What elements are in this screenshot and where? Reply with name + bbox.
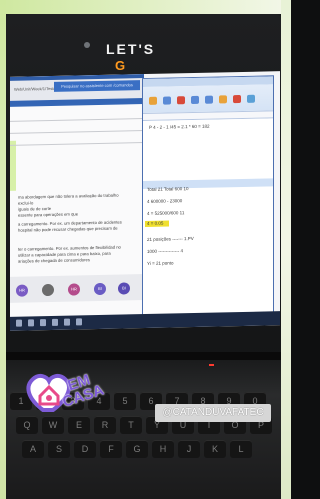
paragraph-line: utilizar a capacidade para cima e para b… [18,250,111,258]
participant-avatar[interactable]: HR [16,284,28,297]
style-icon[interactable] [219,95,227,104]
taskbar-app-icon[interactable] [52,318,58,326]
story-text: LET'S [106,41,156,57]
sheet-row: 4 600000 - 23000 [147,198,183,204]
keyboard-key[interactable]: R [94,416,116,434]
participant-avatar[interactable]: HR [68,283,80,296]
wall-right [281,0,291,499]
participant-bar: HR HR BI BI [10,274,144,303]
keyboard-key[interactable]: Q [16,416,38,434]
sheet-row: 21 posições ------- 1.PV [147,235,194,242]
number-icon[interactable] [205,95,213,104]
keyboard-key[interactable]: W [42,416,64,434]
spreadsheet-grid[interactable]: P 4 - 2 - 1 /45 = 2.1 * 60 = 182 Total 2… [143,118,273,316]
search-input[interactable]: Pesquisar no assistente com /comandos [54,80,140,92]
participant-avatar[interactable]: BI [94,282,106,296]
keyboard-key[interactable]: K [204,440,226,458]
keyboard-key[interactable]: D [74,440,96,458]
sheet-row: 1000 -------------- 4 [147,248,183,254]
participant-avatar[interactable]: BI [118,282,130,295]
keyboard-key[interactable]: G [126,440,148,458]
sheet-row: Yi = 21 ponto [147,260,174,266]
sort-icon[interactable] [247,94,255,103]
account-handle-sticker[interactable]: @CATANDUVAFATEC [155,404,271,422]
formula-text: P 4 - 2 - 1 /45 = 2.1 * 60 = 182 [149,123,210,130]
sidebar-highlight [10,140,16,191]
taskbar-app-icon[interactable] [64,318,70,326]
paste-icon[interactable] [149,96,157,105]
paragraph-line: essente para operações em que [18,211,79,218]
paragraph-line: ariações de chegada de consumidores [18,257,90,264]
start-icon[interactable] [16,319,22,327]
taskbar-app-icon[interactable] [28,319,34,327]
keyboard-key[interactable]: J [178,440,200,458]
wall-top [0,0,291,14]
paragraph-line: hospital não pode recusar chegadas que p… [18,225,118,233]
account-handle: @CATANDUVAFATEC [162,407,264,418]
paragraph-line: exclui-lo [18,200,34,206]
divider [10,130,144,134]
keyboard-key[interactable]: A [22,440,44,458]
paragraph-line: ma abordagem que não tolera a avaliação … [18,192,119,200]
webcam-icon [84,42,90,48]
spreadsheet-window: P 4 - 2 - 1 /45 = 2.1 * 60 = 182 Total 2… [142,75,274,317]
keyboard-key[interactable]: T [120,416,142,434]
divider [10,142,144,146]
font-icon[interactable] [163,96,171,105]
keyboard-key[interactable]: F [100,440,122,458]
spreadsheet-ribbon [143,84,273,114]
sheet-row: 4 = 525000/600 11 [147,210,185,216]
taskbar-app-icon[interactable] [40,319,46,327]
participant-avatar[interactable] [42,283,54,297]
align-icon[interactable] [191,95,199,105]
keyboard-key[interactable]: E [68,416,90,434]
browser-window: Web/Unit/Week/1/Test/Assistant Pesquisar… [10,74,144,317]
status-led [209,364,214,366]
sheet-row: Total 21 Total 600 10 [147,186,189,192]
fill-icon[interactable] [177,96,185,105]
house-door-icon [46,395,52,401]
delete-icon[interactable] [233,94,241,104]
laptop-screen: Web/Unit/Week/1/Test/Assistant Pesquisar… [10,71,280,331]
keyboard-key[interactable]: 5 [114,392,136,410]
keyboard-key[interactable]: S [48,440,70,458]
keyboard-key[interactable]: H [152,440,174,458]
paragraph-line: iguais de de corte [18,205,52,212]
sheet-row: 4 = 0.05 [147,220,164,226]
story-accent-letter: G [115,58,126,73]
divider [10,118,144,122]
keyboard-key[interactable]: L [230,440,252,458]
taskbar-app-icon[interactable] [76,318,82,326]
